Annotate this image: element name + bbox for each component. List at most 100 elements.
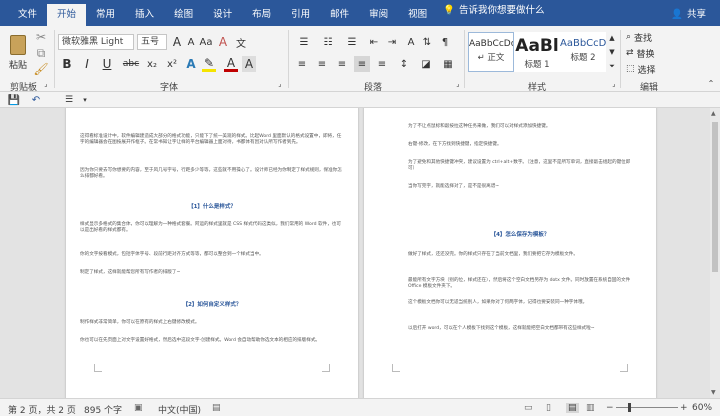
- multilevel-list-icon[interactable]: ☰: [342, 34, 362, 50]
- paragraph: 样式显示多格式的集合体，你可以理解为一种格式套餐。阿运的样式里就是 CSS 样式…: [80, 222, 341, 234]
- scroll-down-icon[interactable]: ▼: [711, 389, 716, 396]
- tab-home[interactable]: 开始: [47, 4, 87, 26]
- bullets-icon[interactable]: ☰: [294, 34, 314, 50]
- document-page[interactable]: 这得看标准设计中，软件编辑建造成大部分的格式功能，只能下了统一美观的样式。比起W…: [66, 108, 358, 398]
- tab-common[interactable]: 常用: [86, 0, 125, 26]
- copy-icon[interactable]: ⧉: [34, 46, 48, 60]
- distribute-icon[interactable]: ≡: [374, 56, 390, 72]
- sort-icon[interactable]: ⇅: [420, 34, 434, 50]
- format-painter-icon[interactable]: 🖌: [33, 62, 48, 76]
- borders-icon[interactable]: ▦: [440, 56, 456, 72]
- paragraph: 当你写完字，就能选择对了，是不是很离谱~: [408, 184, 500, 189]
- scroll-thumb[interactable]: [712, 122, 718, 272]
- crop-mark: [392, 364, 400, 372]
- document-page[interactable]: 为了不让点鼠标和敲按拉这种任务来做，我们可以对样式添加快捷键。 右键-修改，在下…: [364, 108, 656, 398]
- ribbon-home: 粘贴 ✂ ⧉ 🖌 剪贴板 ⌟ 微软雅黑 Light 五号 A A Aa A 文 …: [0, 26, 720, 93]
- font-name-select[interactable]: 微软雅黑 Light: [58, 34, 134, 50]
- styles-scroll-up-icon[interactable]: ▲: [607, 32, 617, 44]
- zoom-slider[interactable]: [616, 407, 678, 408]
- zoom-out-icon[interactable]: −: [606, 403, 614, 413]
- tab-mailings[interactable]: 邮件: [320, 0, 359, 26]
- group-expand-icon[interactable]: ⌟: [610, 80, 618, 88]
- decrease-indent-icon[interactable]: ⇤: [366, 34, 382, 50]
- zoom-thumb[interactable]: [628, 403, 631, 412]
- line-spacing-icon[interactable]: ↕: [396, 56, 412, 72]
- highlight-icon[interactable]: ✎: [202, 56, 216, 72]
- justify-icon[interactable]: ≡: [354, 56, 370, 72]
- tab-insert[interactable]: 插入: [125, 0, 164, 26]
- italic-button[interactable]: I: [80, 56, 94, 72]
- word-count[interactable]: 895 个字: [84, 403, 122, 416]
- group-separator: [620, 30, 621, 88]
- font-color-icon[interactable]: A: [224, 56, 238, 72]
- tell-me-box[interactable]: 💡 告诉我你想要做什么: [443, 0, 544, 26]
- styles-more-icon[interactable]: ⏷: [607, 60, 617, 72]
- list-icon[interactable]: ☰: [62, 94, 76, 106]
- scroll-up-icon[interactable]: ▲: [711, 110, 716, 117]
- cut-icon[interactable]: ✂: [34, 30, 48, 44]
- text-effects-icon[interactable]: A: [184, 56, 198, 72]
- align-right-icon[interactable]: ≡: [334, 56, 350, 72]
- tab-view[interactable]: 视图: [398, 0, 437, 26]
- undo-icon[interactable]: ↶: [30, 94, 42, 106]
- macro-icon[interactable]: ▤: [212, 403, 221, 413]
- bold-button[interactable]: B: [60, 56, 74, 72]
- style-heading-2[interactable]: AaBbCcD 标题 2: [560, 32, 606, 72]
- subscript-button[interactable]: x₂: [144, 56, 160, 72]
- increase-indent-icon[interactable]: ⇥: [384, 34, 400, 50]
- language-status[interactable]: 中文(中国): [158, 403, 201, 416]
- style-label: 标题 1: [524, 60, 550, 70]
- superscript-button[interactable]: x²: [164, 56, 180, 72]
- collapse-ribbon-icon[interactable]: ⌃: [706, 78, 716, 88]
- tab-design[interactable]: 设计: [203, 0, 242, 26]
- zoom-in-icon[interactable]: +: [680, 403, 688, 413]
- strikethrough-button[interactable]: abc: [122, 56, 140, 72]
- style-sample: AaBbCcD: [560, 38, 606, 49]
- focus-mode-icon[interactable]: ▭: [524, 403, 533, 413]
- chinese-layout-icon[interactable]: A: [404, 34, 418, 50]
- tab-review[interactable]: 审阅: [359, 0, 398, 26]
- save-icon[interactable]: 💾: [8, 94, 20, 106]
- group-expand-icon[interactable]: ⌟: [276, 80, 284, 88]
- font-size-select[interactable]: 五号: [137, 34, 167, 50]
- customize-qat-icon[interactable]: ▾: [80, 94, 90, 106]
- align-center-icon[interactable]: ≡: [314, 56, 330, 72]
- clear-format-icon[interactable]: A: [216, 34, 230, 50]
- replace-button[interactable]: ⇄ 替换: [626, 46, 686, 60]
- select-button[interactable]: ⬚ 选择: [626, 62, 686, 76]
- style-heading-1[interactable]: AaBl 标题 1: [514, 32, 560, 72]
- document-workspace[interactable]: 这得看标准设计中，软件编辑建造成大部分的格式功能，只能下了统一美观的样式。比起W…: [0, 108, 720, 398]
- paragraph: 为了避免和其他快捷键冲突，建议设置为 ctrl+alt+数字。（注意，这里不是所…: [408, 160, 631, 172]
- print-layout-icon[interactable]: ▤: [566, 403, 579, 413]
- show-marks-icon[interactable]: ¶: [438, 34, 452, 50]
- style-normal[interactable]: AaBbCcDc ↵ 正文: [468, 32, 514, 72]
- tab-layout[interactable]: 布局: [242, 0, 281, 26]
- group-expand-icon[interactable]: ⌟: [42, 80, 50, 88]
- crop-mark: [620, 364, 628, 372]
- proofing-icon[interactable]: ▣: [134, 403, 143, 413]
- lightbulb-icon: 💡: [443, 5, 456, 16]
- shading-icon[interactable]: ◪: [418, 56, 434, 72]
- numbering-icon[interactable]: ☷: [318, 34, 338, 50]
- tab-references[interactable]: 引用: [281, 0, 320, 26]
- web-layout-icon[interactable]: ▥: [586, 403, 595, 413]
- char-shading-icon[interactable]: A: [242, 56, 256, 72]
- find-button[interactable]: ⌕ 查找: [626, 30, 686, 44]
- phonetic-icon[interactable]: 文: [234, 34, 248, 50]
- group-expand-icon[interactable]: ⌟: [454, 80, 462, 88]
- paragraph: 做好了样式，还还没完。你的样式只存在了当前文档里，我们要把它存为模板文件。: [408, 252, 578, 257]
- tab-draw[interactable]: 绘图: [164, 0, 203, 26]
- change-case-icon[interactable]: Aa: [198, 34, 214, 50]
- tab-file[interactable]: 文件: [8, 0, 47, 26]
- zoom-level[interactable]: 60%: [692, 403, 712, 413]
- align-left-icon[interactable]: ≡: [294, 56, 310, 72]
- vertical-scrollbar[interactable]: ▲ ▼: [710, 108, 720, 398]
- styles-scroll-down-icon[interactable]: ▼: [607, 46, 617, 58]
- paste-button[interactable]: 粘贴: [6, 30, 30, 76]
- underline-button[interactable]: U: [100, 56, 114, 72]
- read-mode-icon[interactable]: ▯: [546, 403, 551, 413]
- page-count[interactable]: 第 2 页，共 2 页: [8, 403, 76, 416]
- paste-label: 粘贴: [8, 61, 27, 71]
- grow-font-icon[interactable]: A: [170, 34, 184, 50]
- shrink-font-icon[interactable]: A: [184, 34, 198, 50]
